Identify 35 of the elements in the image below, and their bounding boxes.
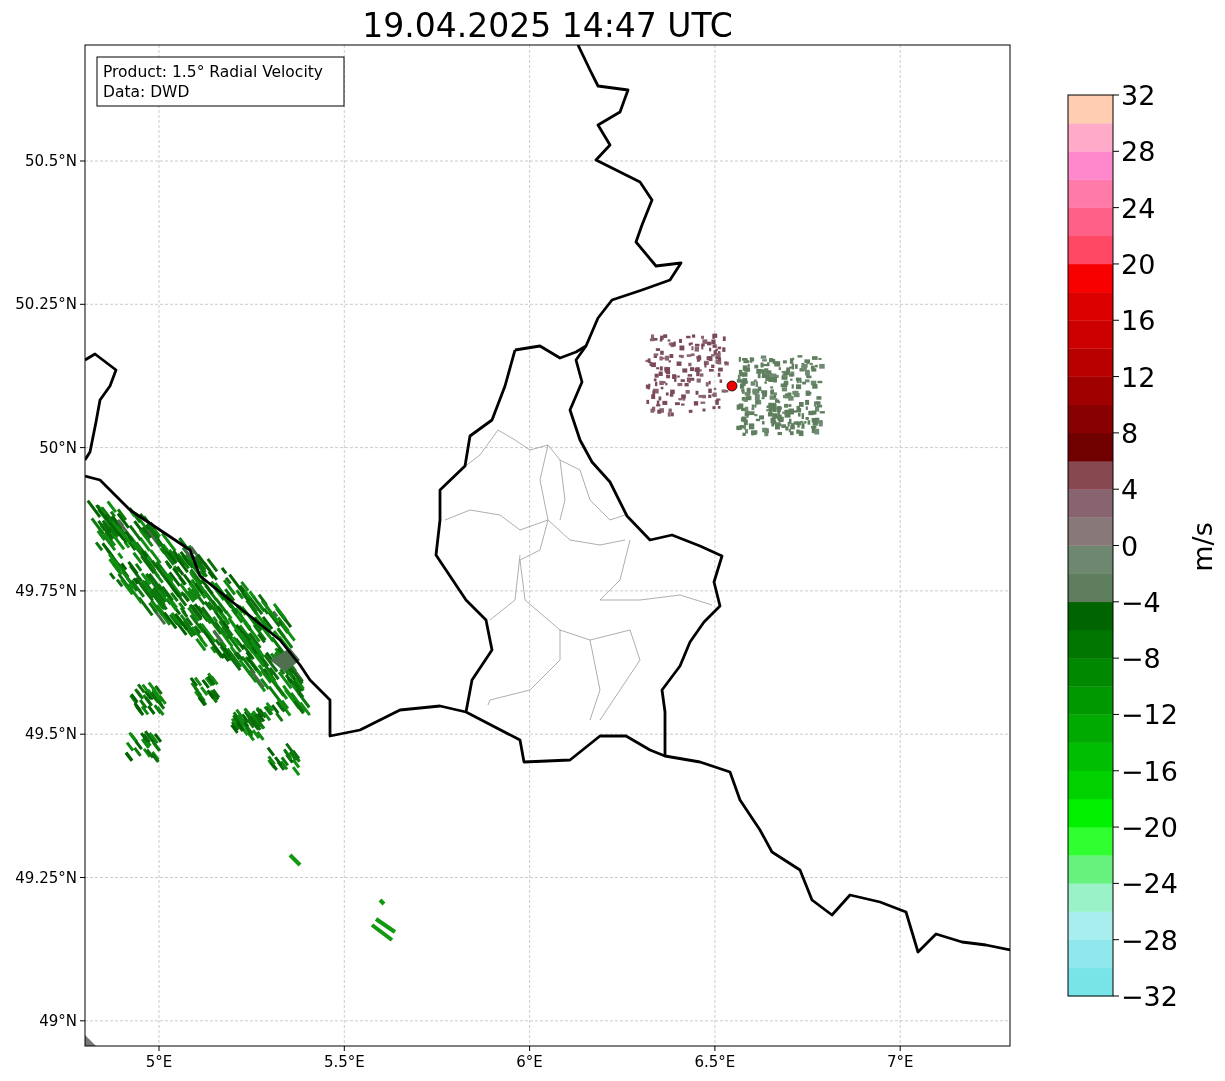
colorbar-tick-label: −32	[1121, 981, 1178, 1012]
colorbar-tick-label: 12	[1121, 361, 1156, 393]
longitude-label: 6.5°E	[694, 1053, 736, 1071]
latitude-label: 49°N	[39, 1011, 77, 1030]
radar-site-marker	[726, 380, 738, 392]
colorbar-tick-label: 20	[1121, 248, 1156, 280]
info-text: Data: DWD	[103, 83, 190, 101]
latitude-label: 49.25°N	[15, 868, 77, 887]
colorbar-tick-label: 32	[1121, 80, 1156, 111]
colorbar-tick-label: 24	[1121, 192, 1156, 224]
colorbar-tick-label: −20	[1121, 812, 1178, 844]
colorbar-tick-label: −12	[1121, 699, 1178, 731]
latitude-label: 50°N	[39, 438, 77, 457]
longitude-label: 5.5°E	[323, 1053, 365, 1071]
longitude-label: 6°E	[516, 1053, 543, 1071]
colorbar-tick-label: −24	[1121, 868, 1178, 900]
colorbar-tick-label: −28	[1121, 924, 1178, 956]
colorbar-tick-label: 16	[1121, 305, 1156, 337]
colorbar-tick-label: −8	[1121, 643, 1161, 675]
colorbar-tick-label: 8	[1121, 417, 1139, 449]
colorbar-tick-label: −4	[1121, 586, 1161, 618]
colorbar-label: m/s	[1187, 522, 1218, 572]
colorbar-tick-label: 4	[1121, 474, 1139, 506]
longitude-label: 7°E	[886, 1053, 914, 1071]
latitude-label: 49.5°N	[24, 725, 77, 744]
info-text: Product: 1.5° Radial Velocity	[103, 63, 323, 81]
latitude-label: 49.75°N	[15, 581, 77, 600]
radar-echo-drawing	[85, 1035, 96, 1046]
latitude-label: 50.5°N	[24, 152, 77, 170]
latitude-label: 50.25°N	[15, 295, 77, 314]
colorbar-tick-label: −16	[1121, 755, 1178, 787]
chart-title: 19.04.2025 14:47 UTC	[362, 6, 733, 45]
colorbar-tick-label: 0	[1121, 530, 1139, 562]
longitude-label: 5°E	[145, 1053, 173, 1071]
colorbar-tick-label: 28	[1121, 136, 1156, 168]
